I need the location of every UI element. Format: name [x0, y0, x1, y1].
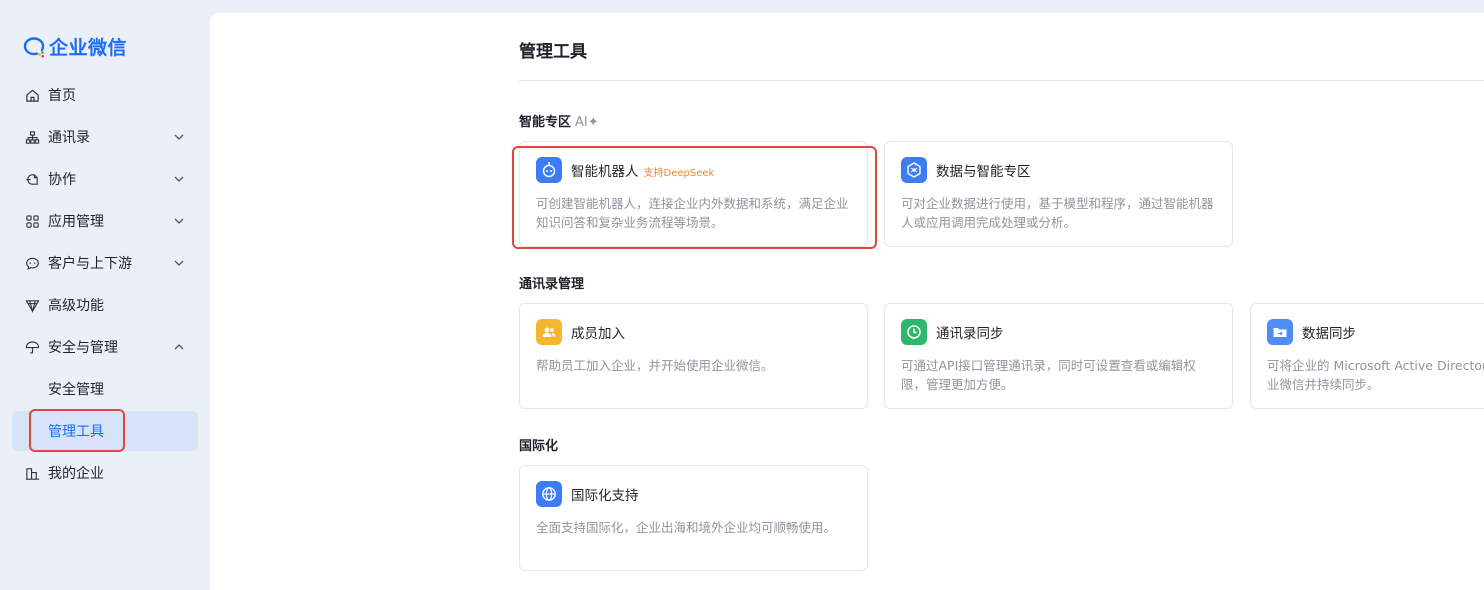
robot-icon	[536, 157, 562, 183]
card-desc: 帮助员工加入企业，并开始使用企业微信。	[536, 358, 774, 373]
card-desc: 可对企业数据进行使用，基于模型和程序，通过智能机器人或应用调用完成处理或分析。	[901, 196, 1214, 230]
sidebar-item-security-admin[interactable]: 安全与管理	[12, 327, 198, 367]
sidebar-item-advanced[interactable]: 高级功能	[12, 285, 198, 325]
sidebar-item-label: 安全管理	[48, 382, 104, 398]
sidebar-item-home[interactable]: 首页	[12, 75, 198, 115]
card-desc: 可将企业的 Microsoft Active Directory 数据导入至企业…	[1267, 358, 1484, 392]
sidebar-item-label: 管理工具	[48, 424, 104, 440]
sync-icon	[901, 319, 927, 345]
sidebar: 企业微信 首页 通讯录 协作 应用管理 客户与上下游 高级功能 安全与管理 安全…	[0, 0, 210, 590]
card-i18n-support[interactable]: 国际化支持 全面支持国际化，企业出海和境外企业均可顺畅使用。	[519, 465, 868, 571]
sidebar-item-label: 我的企业	[48, 466, 104, 482]
section-title-ai: 智能专区 AI✦	[519, 111, 599, 130]
chevron-down-icon	[174, 134, 184, 140]
members-icon	[536, 319, 562, 345]
apps-grid-icon	[24, 213, 40, 229]
card-title: 成员加入	[571, 326, 625, 342]
card-title: 智能机器人 支持DeepSeek	[571, 160, 714, 180]
collaboration-icon	[24, 171, 40, 187]
page-title: 管理工具	[519, 42, 587, 62]
card-desc: 可通过API接口管理通讯录，同时可设置查看或编辑权限，管理更加方便。	[901, 358, 1196, 392]
card-title: 数据与智能专区	[936, 164, 1031, 180]
sidebar-item-label: 客户与上下游	[48, 256, 132, 272]
card-title: 通讯录同步	[936, 326, 1004, 342]
sidebar-item-label: 高级功能	[48, 298, 104, 314]
section-title-text: 智能专区	[519, 115, 572, 130]
card-title-text: 智能机器人	[571, 164, 639, 180]
app-logo[interactable]: 企业微信	[22, 33, 127, 60]
ai-badge: AI✦	[575, 115, 599, 130]
sidebar-item-management-tools[interactable]: 管理工具	[12, 411, 198, 451]
logo-text: 企业微信	[49, 37, 128, 59]
globe-icon	[536, 481, 562, 507]
folder-sync-icon	[1267, 319, 1293, 345]
sidebar-item-label: 应用管理	[48, 214, 104, 230]
sidebar-item-label: 安全与管理	[48, 340, 118, 356]
chat-bubble-icon	[24, 255, 40, 271]
chevron-up-icon	[174, 344, 184, 350]
section-title-i18n: 国际化	[519, 439, 559, 454]
card-member-join[interactable]: 成员加入 帮助员工加入企业，并开始使用企业微信。	[519, 303, 868, 409]
section-title-contacts: 通讯录管理	[519, 277, 585, 292]
card-desc: 全面支持国际化，企业出海和境外企业均可顺畅使用。	[536, 520, 837, 535]
home-icon	[24, 87, 40, 103]
deepseek-tag: 支持DeepSeek	[643, 168, 715, 179]
sidebar-item-customers[interactable]: 客户与上下游	[12, 243, 198, 283]
card-data-ai-zone[interactable]: 数据与智能专区 可对企业数据进行使用，基于模型和程序，通过智能机器人或应用调用完…	[884, 141, 1233, 247]
sidebar-item-label: 协作	[48, 172, 76, 188]
sidebar-item-security-management[interactable]: 安全管理	[12, 369, 198, 409]
umbrella-icon	[24, 339, 40, 355]
card-desc: 可创建智能机器人，连接企业内外数据和系统，满足企业知识问答和复杂业务流程等场景。	[536, 196, 849, 230]
chevron-down-icon	[174, 218, 184, 224]
main-panel: 管理工具 智能专区 AI✦ 智能机器人 支持DeepSeek 可创建智能机器人，连接…	[210, 13, 1484, 590]
wecom-logo-icon	[23, 36, 45, 57]
sidebar-item-contacts[interactable]: 通讯录	[12, 117, 198, 157]
org-chart-icon	[24, 129, 40, 145]
sidebar-item-app-management[interactable]: 应用管理	[12, 201, 198, 241]
card-title: 国际化支持	[571, 488, 639, 504]
sidebar-item-label: 首页	[48, 88, 76, 104]
card-contacts-sync[interactable]: 通讯录同步 可通过API接口管理通讯录，同时可设置查看或编辑权限，管理更加方便。	[884, 303, 1233, 409]
sidebar-item-label: 通讯录	[48, 130, 90, 146]
title-divider	[519, 80, 1484, 81]
data-zone-icon	[901, 157, 927, 183]
card-smart-robot[interactable]: 智能机器人 支持DeepSeek 可创建智能机器人，连接企业内外数据和系统，满足企…	[519, 141, 868, 247]
card-data-sync[interactable]: 数据同步 可将企业的 Microsoft Active Directory 数据…	[1250, 303, 1484, 409]
sidebar-item-my-company[interactable]: 我的企业	[12, 453, 198, 493]
chevron-down-icon	[174, 260, 184, 266]
chevron-down-icon	[174, 176, 184, 182]
sidebar-item-collaboration[interactable]: 协作	[12, 159, 198, 199]
building-icon	[24, 465, 40, 481]
diamond-icon	[24, 297, 40, 313]
card-title: 数据同步	[1302, 326, 1356, 342]
